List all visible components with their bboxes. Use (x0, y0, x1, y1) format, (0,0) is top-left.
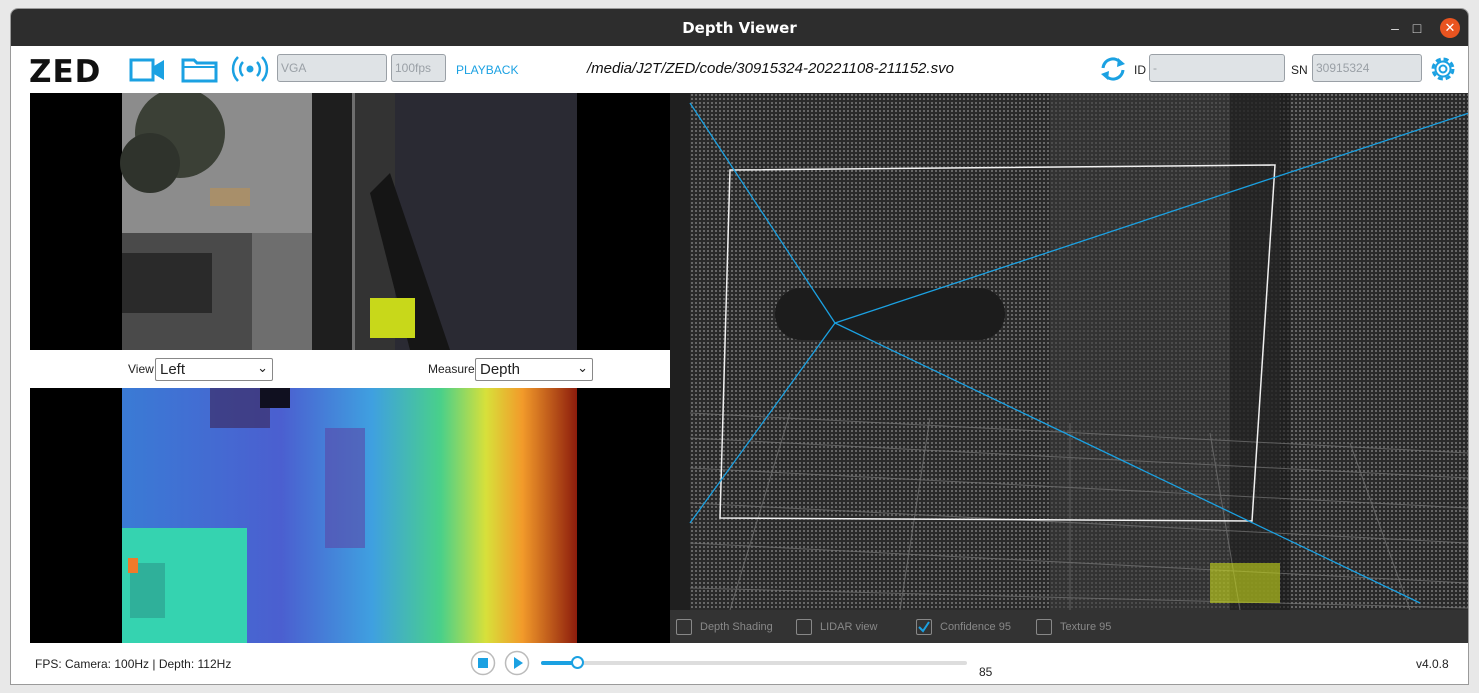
left-image-view (30, 93, 670, 350)
playback-mode-label[interactable]: PLAYBACK (456, 63, 518, 77)
fps-field[interactable]: 100fps (391, 54, 446, 82)
checkbox-box (796, 619, 812, 635)
depth-viewer-window: Depth Viewer – □ ✕ ZED VGA 100fps PLAYBA… (10, 8, 1469, 685)
depth-shading-checkbox[interactable]: Depth Shading (676, 619, 773, 635)
gear-icon[interactable] (1427, 53, 1459, 85)
maximize-icon[interactable]: □ (1407, 18, 1427, 38)
measure-label: Measure (428, 362, 475, 376)
sn-field[interactable]: 30915324 (1312, 54, 1422, 82)
measure-select-value: Depth (480, 361, 521, 378)
checkbox-label: Confidence 95 (940, 621, 1011, 633)
checkbox-box (1036, 619, 1052, 635)
id-label: ID (1134, 63, 1146, 77)
view-controls-bar: View Left ⌄ Measure Depth ⌄ (30, 350, 670, 388)
camera-image (120, 93, 577, 350)
confidence-checkbox[interactable]: Confidence 95 (916, 619, 1011, 635)
stream-icon[interactable] (231, 54, 269, 84)
toolbar: ZED VGA 100fps PLAYBACK /media/J2T/ZED/c… (11, 46, 1468, 92)
point-cloud-options: Depth Shading LIDAR view Confidence 95 T… (670, 610, 1468, 643)
playback-slider[interactable] (541, 656, 967, 669)
status-bar: FPS: Camera: 100Hz | Depth: 112Hz 85 v4.… (11, 643, 1468, 684)
depth-image (122, 388, 577, 643)
point-cloud-view[interactable]: Depth Shading LIDAR view Confidence 95 T… (670, 93, 1468, 643)
sn-label: SN (1291, 63, 1308, 77)
version-label: v4.0.8 (1416, 657, 1449, 671)
checkbox-label: LIDAR view (820, 621, 878, 633)
close-icon[interactable]: ✕ (1440, 18, 1460, 38)
measure-select[interactable]: Depth ⌄ (475, 358, 593, 381)
resolution-field[interactable]: VGA (277, 54, 387, 82)
check-icon (918, 621, 930, 633)
play-button[interactable] (504, 650, 530, 676)
refresh-icon[interactable] (1099, 56, 1127, 82)
lidar-view-checkbox[interactable]: LIDAR view (796, 619, 877, 635)
checkbox-label: Depth Shading (700, 621, 773, 633)
view-select-value: Left (160, 361, 186, 378)
chevron-down-icon: ⌄ (577, 360, 588, 375)
view-label: View (128, 362, 154, 376)
checkbox-box (676, 619, 692, 635)
chevron-down-icon: ⌄ (257, 360, 268, 375)
stop-button[interactable] (470, 650, 496, 676)
texture-checkbox[interactable]: Texture 95 (1036, 619, 1111, 635)
slider-handle[interactable] (571, 656, 585, 669)
id-field[interactable]: - (1149, 54, 1285, 82)
point-cloud-canvas (689, 93, 1468, 611)
title-bar: Depth Viewer – □ ✕ (11, 9, 1468, 46)
depth-map-view (30, 388, 670, 643)
window-title: Depth Viewer (682, 19, 797, 37)
zed-logo: ZED (29, 54, 102, 90)
checkbox-label: Texture 95 (1060, 621, 1112, 633)
minimize-icon[interactable]: – (1385, 18, 1405, 38)
checkbox-box (916, 619, 932, 635)
fps-status: FPS: Camera: 100Hz | Depth: 112Hz (35, 657, 232, 671)
frame-number: 85 (979, 665, 993, 679)
view-select[interactable]: Left ⌄ (155, 358, 273, 381)
folder-icon[interactable] (181, 54, 219, 84)
camera-icon[interactable] (129, 54, 167, 84)
file-path: /media/J2T/ZED/code/30915324-20221108-21… (587, 60, 954, 77)
